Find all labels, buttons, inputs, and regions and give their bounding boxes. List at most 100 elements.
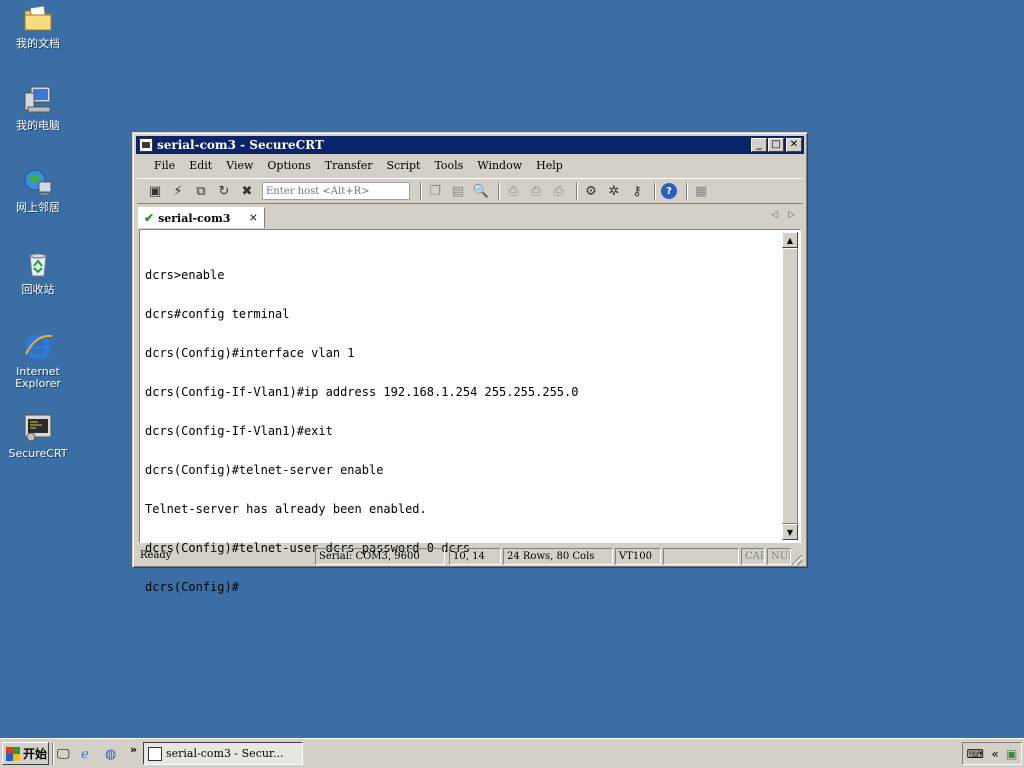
app-icon[interactable] xyxy=(139,138,153,152)
terminal-line: Telnet-server has already been enabled. xyxy=(145,502,427,516)
toolbar-separator xyxy=(654,182,655,200)
desktop-icon-label: 网上邻居 xyxy=(16,201,60,214)
tray-expand-icon[interactable]: « xyxy=(991,747,998,761)
desktop-icon-label: SecureCRT xyxy=(8,447,68,460)
find-icon[interactable]: 🔍 xyxy=(471,181,491,201)
securecrt-task-icon xyxy=(148,746,162,761)
menu-edit[interactable]: Edit xyxy=(182,159,219,172)
terminal-line: dcrs(Config-If-Vlan1)#ip address 192.168… xyxy=(145,385,579,399)
status-size: 24 Rows, 80 Cols xyxy=(503,548,613,565)
start-button[interactable]: 开始 xyxy=(2,742,49,765)
status-bar: Ready Serial: COM3, 9600 10, 14 24 Rows,… xyxy=(137,547,803,566)
network-icon xyxy=(24,169,52,195)
desktop-icon-network[interactable]: 网上邻居 xyxy=(6,166,70,214)
resize-grip[interactable] xyxy=(790,553,802,565)
session-options-icon[interactable]: ⚙ xyxy=(581,181,601,201)
securecrt-icon xyxy=(24,414,52,442)
close-button[interactable]: ✕ xyxy=(786,138,802,152)
copy-icon[interactable]: ❐ xyxy=(425,181,445,201)
status-serial: Serial: COM3, 9600 xyxy=(315,548,445,565)
terminal-line: dcrs>enable xyxy=(145,268,225,282)
menubar: File Edit View Options Transfer Script T… xyxy=(137,155,803,175)
toolbar-separator xyxy=(420,182,421,200)
desktop-icon-label-line2: Explorer xyxy=(15,377,61,390)
disconnect-icon[interactable]: ✖ xyxy=(237,181,257,201)
network-tray-icon[interactable]: ▣ xyxy=(1006,747,1017,761)
terminal-frame: dcrs>enable dcrs#config terminal dcrs(Co… xyxy=(139,229,801,594)
status-caps: CAP xyxy=(741,548,765,565)
tab-scroll-right-icon[interactable]: ▷ xyxy=(788,210,795,220)
media-quicklaunch-icon[interactable]: ◍ xyxy=(105,747,116,762)
tab-label: serial-com3 xyxy=(158,211,231,225)
quicklaunch-chevron[interactable]: » xyxy=(130,743,137,756)
maximize-button[interactable]: □ xyxy=(768,138,784,152)
help-tool-button[interactable]: ? xyxy=(659,181,679,201)
menu-file[interactable]: File xyxy=(147,159,182,172)
terminal-line: dcrs#config terminal xyxy=(145,307,290,321)
computer-icon xyxy=(24,86,51,113)
ie-quicklaunch-icon[interactable]: ℯ xyxy=(81,747,89,762)
status-num: NUM xyxy=(767,548,791,565)
minimize-button[interactable]: _ xyxy=(751,138,767,152)
menu-view[interactable]: View xyxy=(219,159,260,172)
desktop-icon-recycle-bin[interactable]: 回收站 xyxy=(6,248,70,296)
tab-close-icon[interactable]: × xyxy=(249,211,258,224)
connect-icon[interactable]: ▣ xyxy=(145,181,165,201)
window-titlebar[interactable]: serial-com3 - SecureCRT _ □ ✕ xyxy=(136,136,804,154)
internet-explorer-icon xyxy=(25,334,53,360)
status-ready: Ready xyxy=(140,550,172,561)
terminal-line: dcrs(Config)#interface vlan 1 xyxy=(145,346,355,360)
sftp-icon[interactable]: ▦ xyxy=(691,181,711,201)
securecrt-window: serial-com3 - SecureCRT _ □ ✕ File Edit … xyxy=(132,132,808,594)
quick-connect-icon[interactable]: ⚡ xyxy=(168,181,188,201)
desktop-icon-internet-explorer[interactable]: Internet Explorer xyxy=(6,330,70,390)
desktop-icon-my-documents[interactable]: 我的文档 xyxy=(6,2,70,50)
reconnect-icon[interactable]: ↻ xyxy=(214,181,234,201)
toolbar-separator xyxy=(576,182,577,200)
scroll-up-icon[interactable]: ▲ xyxy=(782,232,798,248)
tab-bar: ✔ serial-com3 × ◁ ▷ xyxy=(137,206,803,228)
window-title: serial-com3 - SecureCRT xyxy=(157,138,324,152)
terminal-prompt-line: dcrs(Config)# xyxy=(145,580,239,594)
menu-script[interactable]: Script xyxy=(380,159,428,172)
desktop-icon-my-computer[interactable]: 我的电脑 xyxy=(6,84,70,132)
desktop-icon-label: 我的文档 xyxy=(16,37,60,50)
help-icon: ? xyxy=(661,183,677,199)
windows-logo-icon xyxy=(6,746,20,761)
host-input[interactable] xyxy=(262,182,410,200)
print-icon[interactable]: ⎙ xyxy=(503,181,523,201)
taskbar-button-securecrt[interactable]: serial-com3 - Secur... xyxy=(143,742,303,765)
connected-check-icon: ✔ xyxy=(144,211,155,225)
terminal-line: dcrs(Config)#telnet-server enable xyxy=(145,463,384,477)
menu-transfer[interactable]: Transfer xyxy=(318,159,380,172)
tab-scroll-left-icon[interactable]: ◁ xyxy=(771,210,778,220)
terminal-line: dcrs(Config-If-Vlan1)#exit xyxy=(145,424,333,438)
print-selection-icon[interactable]: ⎙ xyxy=(526,181,546,201)
menu-window[interactable]: Window xyxy=(470,159,529,172)
global-options-icon[interactable]: ✲ xyxy=(604,181,624,201)
terminal-output[interactable]: dcrs>enable dcrs#config terminal dcrs(Co… xyxy=(142,232,782,594)
paste-icon[interactable]: ▤ xyxy=(448,181,468,201)
menu-help[interactable]: Help xyxy=(529,159,570,172)
connect-tab-icon[interactable]: ⧉ xyxy=(191,181,211,201)
keymap-icon[interactable]: ⚷ xyxy=(627,181,647,201)
task-label: serial-com3 - Secur... xyxy=(166,747,284,760)
desktop-icon-label: 回收站 xyxy=(21,283,55,296)
folder-documents-icon xyxy=(24,5,52,31)
tab-serial-com3[interactable]: ✔ serial-com3 × xyxy=(138,207,265,228)
show-desktop-icon[interactable]: 🖵 xyxy=(57,747,70,762)
toolbar-separator xyxy=(498,182,499,200)
status-cursor: 10, 14 xyxy=(449,548,501,565)
system-tray: ⌨ « ▣ xyxy=(962,742,1022,765)
scroll-down-icon[interactable]: ▼ xyxy=(782,524,798,540)
keyboard-icon[interactable]: ⌨ xyxy=(967,747,984,761)
menu-tools[interactable]: Tools xyxy=(427,159,470,172)
toolbar: ▣ ⚡ ⧉ ↻ ✖ ❐ ▤ 🔍 ⎙ ⎙ ⎙ ⚙ ✲ ⚷ ? ▦ xyxy=(137,178,803,204)
scrollbar-thumb[interactable] xyxy=(782,248,798,524)
taskbar: 开始 🖵 ℯ ◍ » serial-com3 - Secur... ⌨ « ▣ xyxy=(0,738,1024,768)
desktop-icon-label: 我的电脑 xyxy=(16,119,60,132)
desktop-icon-securecrt[interactable]: SecureCRT xyxy=(6,412,70,460)
menu-options[interactable]: Options xyxy=(260,159,317,172)
terminal-scrollbar[interactable]: ▲ ▼ xyxy=(782,232,798,540)
print-setup-icon[interactable]: ⎙ xyxy=(549,181,569,201)
